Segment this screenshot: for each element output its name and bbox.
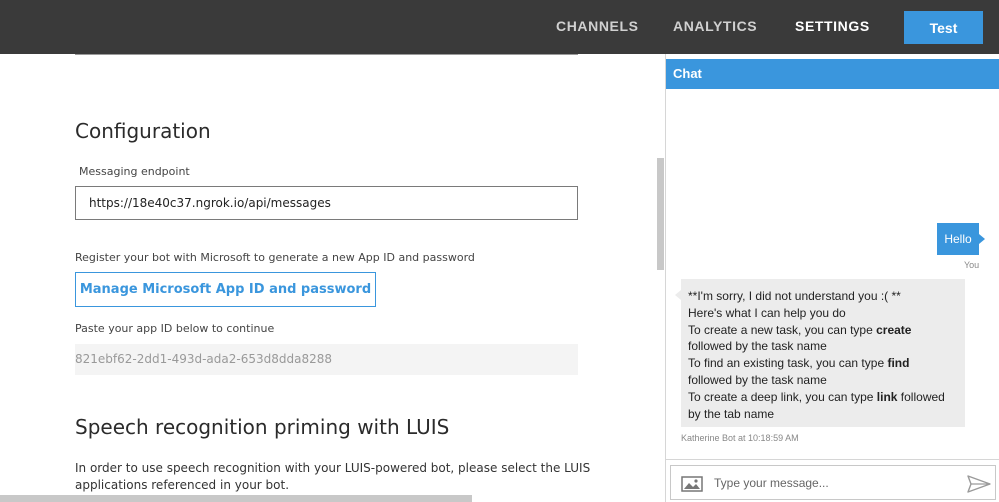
bot-message-line: To create a new task, you can type creat… bbox=[688, 322, 958, 339]
manage-app-id-button[interactable]: Manage Microsoft App ID and password bbox=[75, 272, 376, 307]
bot-message-meta: Katherine Bot at 10:18:59 AM bbox=[681, 433, 799, 443]
bot-message-text: To create a new task, you can type bbox=[688, 322, 877, 337]
bot-message-text: **I'm sorry, I did not understand you :(… bbox=[688, 289, 901, 303]
vertical-scrollbar[interactable] bbox=[657, 158, 664, 270]
horizontal-scrollbar[interactable] bbox=[0, 495, 472, 502]
bot-message-text: followed by the task name bbox=[688, 339, 827, 354]
chat-panel: Chat Hello You **I'm sorry, I did not un… bbox=[665, 54, 999, 502]
bot-message-bubble: **I'm sorry, I did not understand you :(… bbox=[681, 279, 965, 427]
user-message-meta: You bbox=[964, 260, 980, 270]
nav-channels[interactable]: CHANNELS bbox=[556, 18, 639, 34]
configuration-heading: Configuration bbox=[75, 119, 211, 143]
bot-message-line: followed by the task name bbox=[688, 372, 958, 389]
messaging-endpoint-input[interactable]: https://18e40c37.ngrok.io/api/messages bbox=[75, 186, 578, 220]
bot-message-line: To create a deep link, you can type link… bbox=[688, 389, 958, 406]
luis-heading: Speech recognition priming with LUIS bbox=[75, 415, 450, 439]
bot-message-line: followed by the task name bbox=[688, 338, 958, 355]
bot-message-text: Here's what I can help you do bbox=[688, 305, 846, 320]
bot-message-line: by the tab name bbox=[688, 406, 958, 423]
top-nav: CHANNELS ANALYTICS SETTINGS Test bbox=[0, 0, 999, 54]
bot-message-line: Here's what I can help you do bbox=[688, 305, 958, 322]
image-upload-icon[interactable] bbox=[681, 476, 703, 492]
chat-input[interactable]: Type your message... bbox=[670, 465, 996, 500]
bot-message-text: followed bbox=[897, 389, 945, 404]
bot-message-keyword: find bbox=[887, 356, 910, 371]
bot-message-keyword: link bbox=[876, 389, 898, 404]
user-message-bubble: Hello bbox=[937, 223, 979, 255]
bot-message-line: **I'm sorry, I did not understand you :(… bbox=[688, 288, 958, 305]
bot-message-text: To create a deep link, you can type bbox=[688, 389, 877, 404]
chat-input-bar: Type your message... bbox=[666, 459, 999, 502]
luis-description: In order to use speech recognition with … bbox=[75, 461, 591, 492]
app-id-field[interactable]: 821ebf62-2dd1-493d-ada2-653d8dda8288 bbox=[75, 344, 578, 375]
send-icon[interactable] bbox=[967, 475, 991, 493]
paste-app-id-label: Paste your app ID below to continue bbox=[75, 322, 275, 335]
messaging-endpoint-label: Messaging endpoint bbox=[79, 165, 190, 178]
user-bubble-tail bbox=[979, 234, 985, 244]
previous-field bbox=[75, 54, 578, 55]
nav-analytics[interactable]: ANALYTICS bbox=[673, 18, 757, 34]
bot-message-keyword: create bbox=[876, 322, 912, 337]
bot-message-text: by the tab name bbox=[688, 406, 775, 421]
chat-input-placeholder: Type your message... bbox=[714, 476, 829, 490]
bot-message-text: followed by the task name bbox=[688, 372, 827, 387]
test-button[interactable]: Test bbox=[904, 11, 983, 44]
chat-header: Chat bbox=[666, 59, 999, 89]
nav-settings[interactable]: SETTINGS bbox=[795, 18, 870, 34]
bot-message-line: To find an existing task, you can type f… bbox=[688, 355, 958, 372]
register-text: Register your bot with Microsoft to gene… bbox=[75, 251, 475, 264]
bot-message-text: To find an existing task, you can type bbox=[688, 356, 888, 371]
settings-panel: Configuration Messaging endpoint https:/… bbox=[0, 54, 664, 502]
